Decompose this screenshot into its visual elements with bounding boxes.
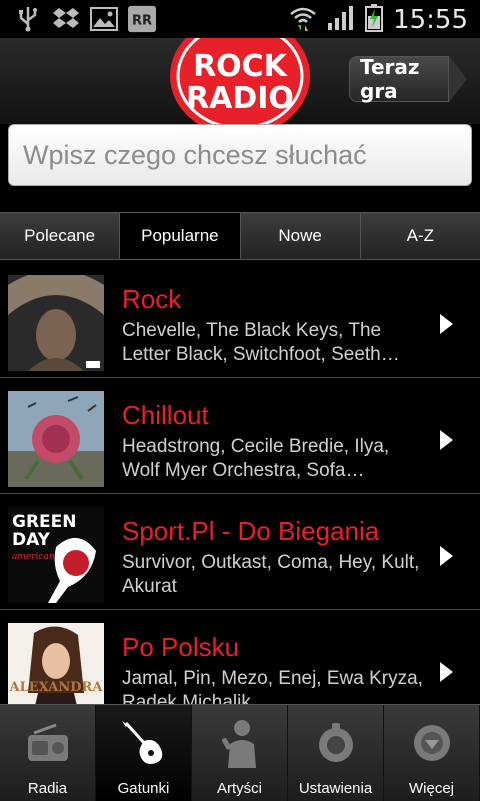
tab-label: Popularne — [141, 226, 219, 245]
chevron-right-icon — [440, 546, 453, 566]
cover-text-1: ALEXANDRA — [9, 680, 104, 695]
nav-wiecej[interactable]: Więcej — [384, 705, 480, 801]
rr-icon: RR — [128, 5, 156, 33]
nav-radia[interactable]: Radia — [0, 705, 96, 801]
now-playing-label: Teraz gra — [360, 55, 420, 103]
genre-title: Sport.Pl - Do Biegania — [122, 516, 380, 546]
status-clock: 15:55 — [393, 5, 468, 35]
chevron-right-icon — [440, 430, 453, 450]
signal-icon — [327, 5, 355, 35]
nav-label: Więcej — [408, 780, 454, 797]
tab-a-z[interactable]: A-Z — [361, 213, 480, 259]
search-area — [0, 124, 480, 210]
cover-text-2: DAY — [12, 530, 51, 550]
rock-radio-logo: ROCK RADIO — [168, 38, 312, 124]
logo-line2: RADIO — [186, 81, 294, 116]
list-item[interactable]: ALEXANDRA Po Polsku Jamal, Pin, Mezo, En… — [0, 610, 480, 704]
battery-icon — [365, 4, 384, 36]
tab-label: Polecane — [24, 226, 96, 245]
genre-artists: Survivor, Outkast, Coma, Hey, Kult, Akur… — [122, 552, 420, 597]
nav-label: Radia — [27, 780, 68, 797]
gallery-icon — [90, 6, 118, 32]
nav-label: Gatunki — [117, 780, 170, 797]
genre-artists: Headstrong, Cecile Bredie, Ilya, Wolf My… — [122, 436, 390, 481]
list-item[interactable]: GREEN DAY american idiot Sport.Pl - Do B… — [0, 494, 480, 610]
nav-ustawienia[interactable]: Ustawienia — [288, 705, 384, 801]
album-cover — [8, 275, 104, 371]
genre-artists: Jamal, Pin, Mezo, Enej, Ewa Kryza, Radek… — [122, 668, 423, 704]
genre-title: Po Polsku — [122, 632, 240, 662]
guitar-icon — [116, 715, 172, 771]
album-cover — [8, 391, 104, 487]
album-cover: ALEXANDRA — [8, 623, 104, 704]
genre-title: Rock — [122, 284, 182, 314]
album-cover: GREEN DAY american idiot — [8, 507, 104, 603]
chevron-right-icon — [440, 662, 453, 682]
usb-icon — [14, 6, 42, 32]
tab-label: A-Z — [406, 226, 435, 245]
radio-icon — [20, 715, 76, 771]
logo-line1: ROCK — [193, 49, 289, 84]
wifi-icon — [289, 5, 317, 35]
genre-list: Rock Chevelle, The Black Keys, The Lette… — [0, 262, 480, 704]
search-input[interactable] — [8, 124, 472, 186]
now-playing-arrow[interactable] — [449, 56, 467, 102]
settings-icon — [308, 715, 364, 771]
cover-text-1: GREEN — [12, 512, 77, 532]
tab-label: Nowe — [278, 226, 322, 245]
singer-icon — [212, 715, 268, 771]
rr-icon-label: RR — [132, 14, 152, 29]
genre-title: Chillout — [122, 400, 209, 430]
now-playing-button[interactable]: Teraz gra — [349, 55, 449, 103]
nav-label: Artyści — [217, 780, 262, 797]
nav-label: Ustawienia — [298, 780, 373, 797]
nav-artysci[interactable]: Artyści — [192, 705, 288, 801]
more-icon — [404, 715, 460, 771]
tab-polecane[interactable]: Polecane — [0, 213, 121, 259]
nav-gatunki[interactable]: Gatunki — [96, 705, 192, 801]
tab-nowe[interactable]: Nowe — [241, 213, 361, 259]
tab-popularne[interactable]: Popularne — [120, 213, 241, 259]
bottom-nav: Radia Gatunki Artyści Ustawienia Więcej — [0, 704, 480, 801]
list-item[interactable]: Chillout Headstrong, Cecile Bredie, Ilya… — [0, 378, 480, 494]
status-bar: RR 15:55 — [0, 0, 480, 38]
dropbox-icon — [52, 6, 80, 32]
genre-artists: Chevelle, The Black Keys, The Letter Bla… — [122, 320, 400, 365]
chevron-right-icon — [440, 314, 453, 334]
list-item[interactable]: Rock Chevelle, The Black Keys, The Lette… — [0, 262, 480, 378]
genre-tabs: Polecane Popularne Nowe A-Z — [0, 212, 480, 260]
